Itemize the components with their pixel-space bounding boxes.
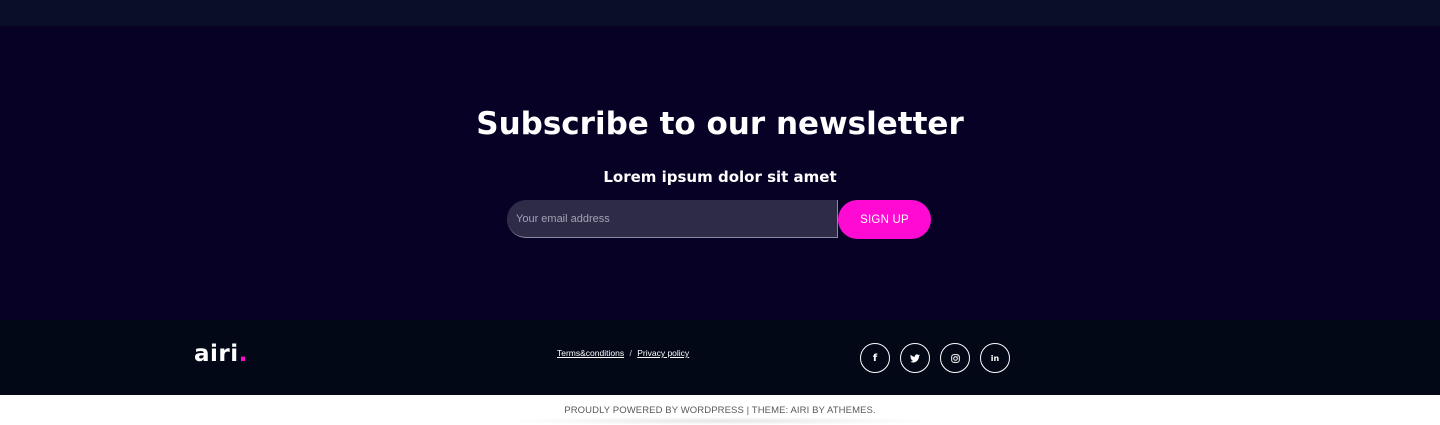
- linkedin-link[interactable]: in: [980, 343, 1010, 373]
- logo-text: airi: [194, 341, 239, 367]
- footer-links: Terms&conditions / Privacy policy: [557, 347, 689, 359]
- top-strip: [0, 0, 1440, 26]
- facebook-icon: f: [872, 352, 878, 364]
- email-input[interactable]: [507, 200, 838, 238]
- newsletter-section: Subscribe to our newsletter Lorem ipsum …: [0, 26, 1440, 320]
- facebook-link[interactable]: f: [860, 343, 890, 373]
- privacy-link[interactable]: Privacy policy: [637, 348, 689, 358]
- linkedin-icon: in: [990, 353, 1000, 363]
- copyright-bar: PROUDLY POWERED BY WORDPRESS | THEME: AI…: [0, 395, 1440, 425]
- twitter-icon: [910, 353, 920, 362]
- instagram-icon: [950, 353, 960, 363]
- terms-link[interactable]: Terms&conditions: [557, 348, 624, 358]
- copyright-text: PROUDLY POWERED BY WORDPRESS | THEME: AI…: [564, 405, 876, 416]
- signup-button[interactable]: SIGN UP: [838, 200, 931, 239]
- newsletter-subtitle: Lorem ipsum dolor sit amet: [603, 168, 837, 186]
- logo-dot: .: [238, 341, 248, 367]
- newsletter-form: SIGN UP: [507, 200, 931, 239]
- link-separator: /: [629, 348, 632, 358]
- newsletter-title: Subscribe to our newsletter: [476, 106, 964, 142]
- instagram-link[interactable]: [940, 343, 970, 373]
- shadow-decoration: [500, 417, 940, 425]
- site-logo[interactable]: airi.: [194, 340, 248, 368]
- twitter-link[interactable]: [900, 343, 930, 373]
- site-footer: airi. Terms&conditions / Privacy policy …: [0, 320, 1440, 395]
